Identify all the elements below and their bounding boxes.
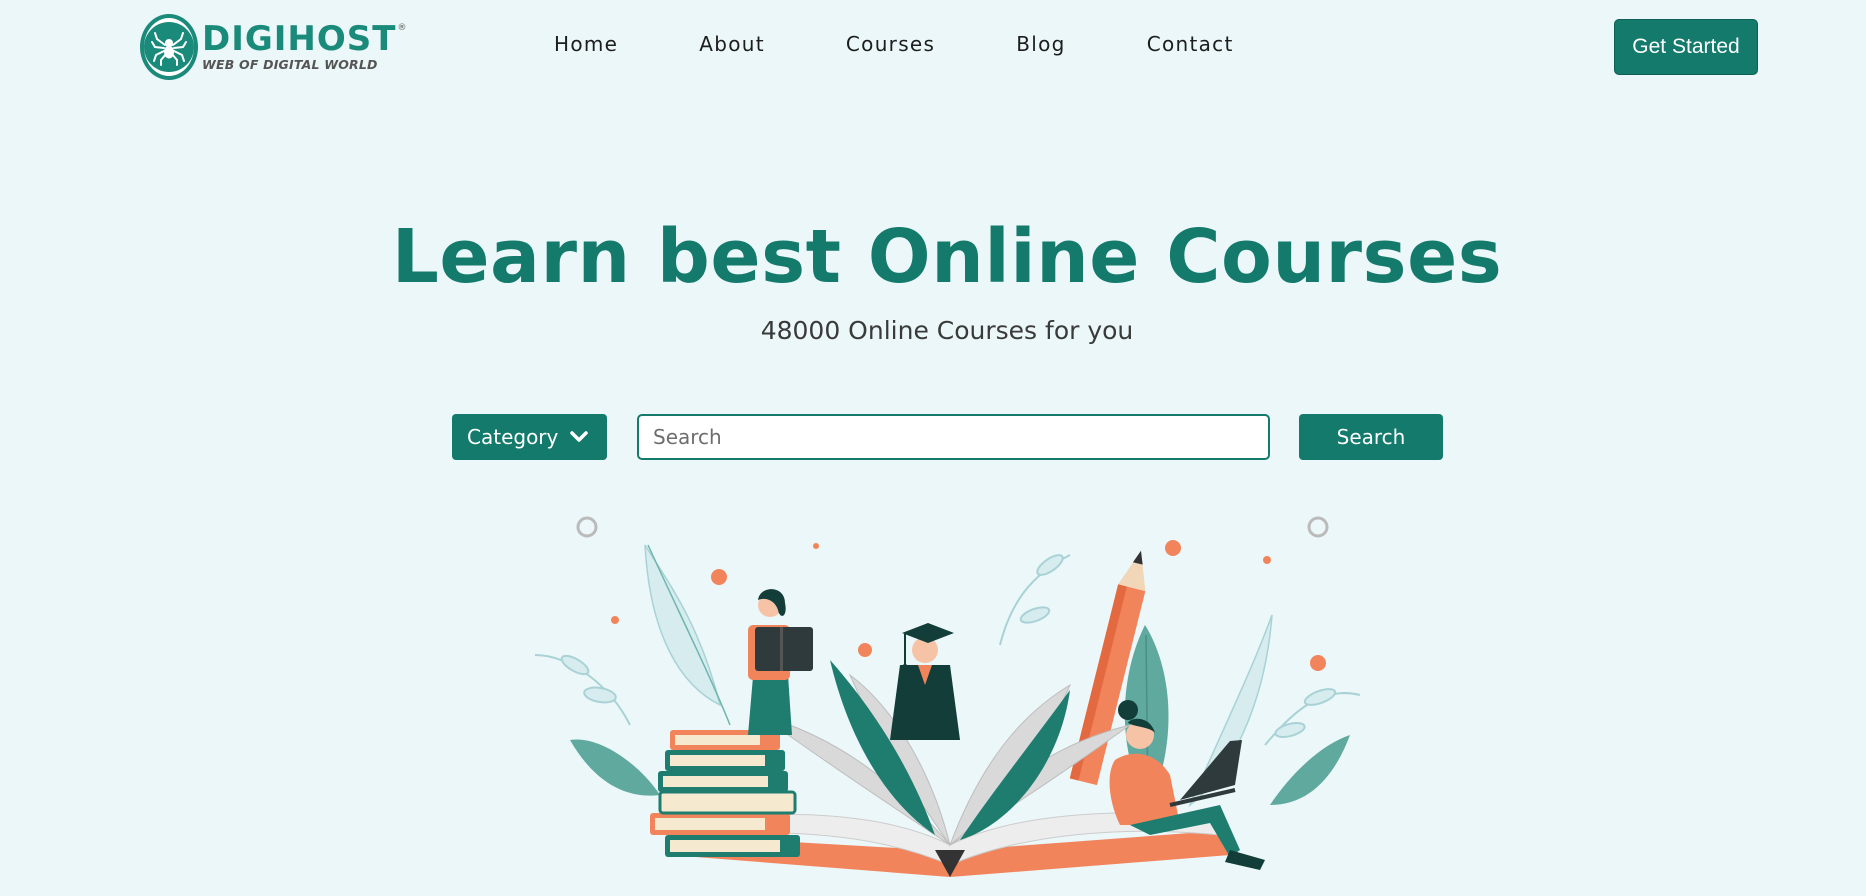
nav-item-about[interactable]: About [699, 32, 765, 56]
brand-text: DIGIHOST ® WEB OF DIGITAL WORLD [202, 22, 407, 72]
chevron-down-icon [570, 431, 589, 443]
hero-title: Learn best Online Courses [391, 214, 1503, 300]
nav-item-blog[interactable]: Blog [1016, 32, 1065, 56]
nav-item-courses[interactable]: Courses [846, 32, 935, 56]
brand-name: DIGIHOST ® [202, 22, 407, 56]
category-dropdown[interactable]: Category [452, 414, 607, 460]
nav-item-home[interactable]: Home [554, 32, 618, 56]
search-button[interactable]: Search [1299, 414, 1443, 460]
nav-item-contact[interactable]: Contact [1147, 32, 1234, 56]
search-input[interactable] [637, 414, 1270, 460]
education-illustration [530, 505, 1370, 896]
spider-icon [140, 14, 198, 80]
brand-name-text: DIGIHOST [202, 19, 397, 60]
get-started-button[interactable]: Get Started [1614, 19, 1758, 75]
category-label: Category [467, 425, 559, 449]
registered-mark: ® [397, 23, 408, 34]
brand-logo[interactable]: DIGIHOST ® WEB OF DIGITAL WORLD [140, 12, 406, 82]
hero-subtitle: 48000 Online Courses for you [760, 316, 1134, 345]
site-header: DIGIHOST ® WEB OF DIGITAL WORLD Home Abou… [0, 0, 1866, 96]
main-nav: Home About Courses Blog Contact [554, 32, 1234, 56]
brand-tagline: WEB OF DIGITAL WORLD [202, 57, 378, 73]
